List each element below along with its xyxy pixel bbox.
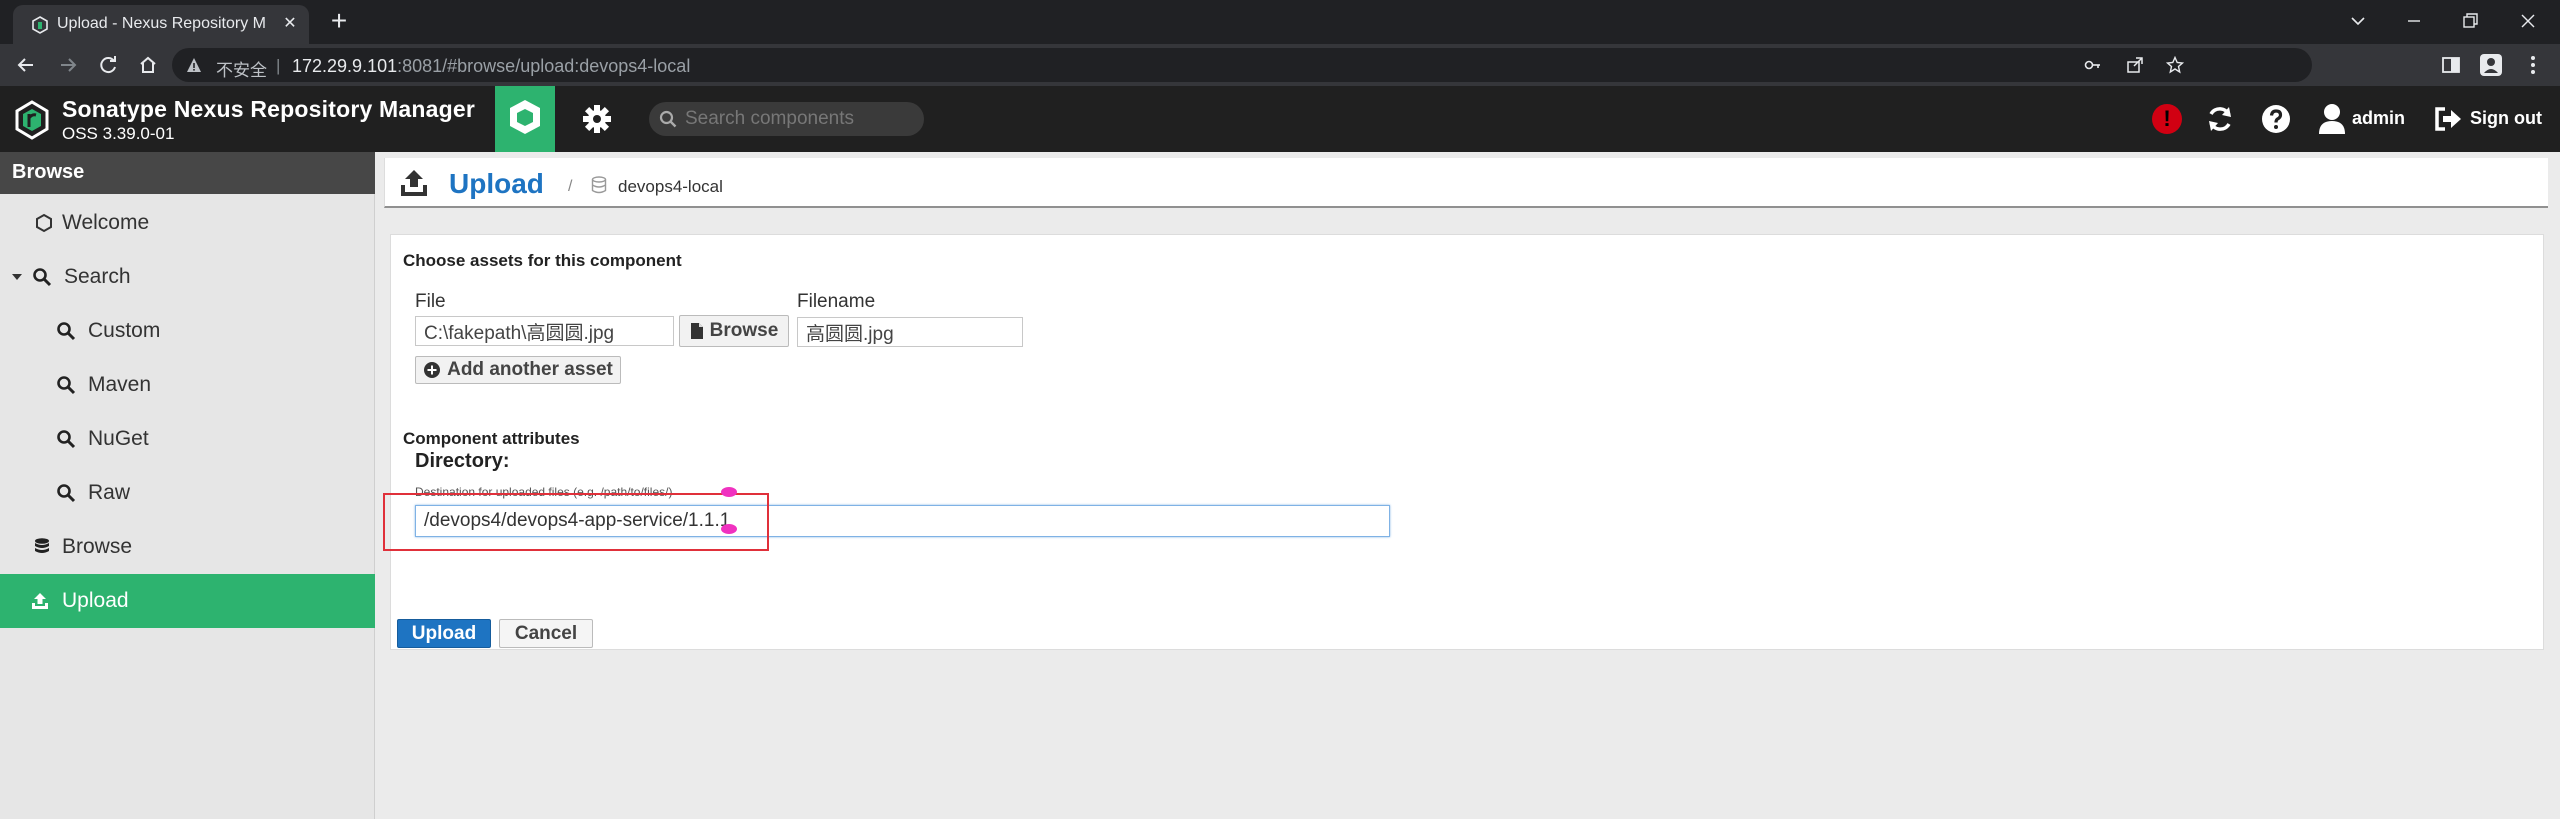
sidebar-item-raw[interactable]: Raw — [0, 466, 375, 520]
search-components-input[interactable] — [685, 102, 915, 136]
search-icon — [659, 110, 677, 128]
sidebar-heading: Browse — [0, 152, 375, 194]
upload-icon — [401, 170, 427, 196]
database-icon — [35, 538, 49, 553]
directory-label: Directory: — [415, 450, 510, 472]
search-icon — [57, 322, 76, 341]
browse-mode-button[interactable] — [495, 86, 555, 152]
address-bar[interactable]: 不安全 | 172.29.9.101:8081/#browse/upload:d… — [172, 48, 2312, 82]
attributes-section-heading: Component attributes — [403, 429, 580, 448]
sidebar-item-maven[interactable]: Maven — [0, 358, 375, 412]
home-icon[interactable] — [132, 49, 164, 81]
sidebar-item-browse[interactable]: Browse — [0, 520, 375, 574]
filename-label: Filename — [797, 291, 876, 312]
sonatype-logo-icon[interactable] — [14, 100, 50, 140]
assets-section-heading: Choose assets for this component — [403, 251, 682, 270]
breadcrumb-separator: / — [568, 178, 573, 195]
sidebar-item-search[interactable]: Search — [0, 250, 375, 304]
new-tab-button[interactable]: + — [324, 7, 354, 37]
insecure-label: 不安全 — [216, 61, 267, 80]
forward-arrow-icon[interactable] — [52, 49, 84, 81]
file-path-field[interactable] — [415, 316, 674, 346]
bookmark-star-icon[interactable] — [2166, 56, 2184, 74]
restore-icon[interactable] — [2448, 6, 2492, 36]
reload-icon[interactable] — [92, 49, 124, 81]
sidebar-item-label: Maven — [88, 373, 152, 396]
sign-out-icon[interactable] — [2434, 103, 2462, 135]
share-icon[interactable] — [2126, 56, 2144, 74]
sidebar-item-label: Raw — [88, 481, 131, 504]
product-name: Sonatype Nexus Repository Manager — [62, 96, 476, 122]
sidebar-item-upload[interactable]: Upload — [0, 574, 375, 628]
tab-title: Upload - Nexus Repository Ma — [57, 15, 265, 32]
file-label: File — [415, 291, 446, 312]
search-icon — [57, 376, 76, 395]
browser-tab[interactable]: Upload - Nexus Repository Ma ✕ — [13, 5, 309, 44]
breadcrumb-repository: devops4-local — [618, 177, 723, 196]
nexus-favicon-icon — [32, 16, 48, 34]
annotation-highlight-box — [383, 493, 769, 551]
plus-circle-icon — [424, 361, 441, 378]
sidebar-item-custom[interactable]: Custom — [0, 304, 375, 358]
url-text: 172.29.9.101:8081/#browse/upload:devops4… — [292, 56, 690, 77]
url-separator: | — [276, 56, 281, 75]
cancel-button[interactable]: Cancel — [499, 619, 593, 648]
upload-form-panel: Choose assets for this component File Br… — [383, 234, 2544, 650]
search-icon — [33, 268, 52, 287]
minimize-icon[interactable] — [2392, 6, 2436, 36]
key-icon[interactable] — [2084, 56, 2102, 74]
sidebar-item-label: Custom — [88, 319, 161, 342]
browser-menu-icon[interactable] — [2522, 54, 2544, 76]
url-path: :8081/#browse/upload:devops4-local — [397, 56, 691, 76]
side-panel-icon[interactable] — [2440, 54, 2462, 76]
database-icon — [591, 176, 607, 194]
file-icon — [690, 322, 703, 339]
nexus-header: Sonatype Nexus Repository Manager OSS 3.… — [0, 86, 2560, 152]
filename-field[interactable] — [797, 317, 1023, 347]
help-icon[interactable] — [2260, 103, 2292, 135]
browse-button-label: Browse — [709, 320, 779, 341]
browser-tab-strip: Upload - Nexus Repository Ma ✕ + — [0, 0, 2560, 44]
tab-close-icon[interactable]: ✕ — [279, 13, 301, 35]
user-icon[interactable] — [2318, 103, 2346, 135]
caret-down-icon — [12, 274, 22, 280]
profile-avatar-icon[interactable] — [2480, 54, 2502, 76]
system-alert-icon[interactable]: ! — [2152, 104, 2182, 134]
hexagon-icon — [36, 213, 52, 233]
refresh-icon[interactable] — [2204, 103, 2236, 135]
browser-toolbar: 不安全 | 172.29.9.101:8081/#browse/upload:d… — [0, 44, 2560, 86]
breadcrumb: Upload / devops4-local — [384, 158, 2548, 208]
sidebar-item-label: NuGet — [88, 427, 149, 450]
cursor-marker — [721, 524, 737, 534]
add-asset-label: Add another asset — [447, 359, 613, 380]
sidebar-item-nuget[interactable]: NuGet — [0, 412, 375, 466]
back-arrow-icon[interactable] — [10, 49, 42, 81]
warning-triangle-icon — [187, 58, 201, 72]
upload-button[interactable]: Upload — [397, 619, 491, 648]
product-version: OSS 3.39.0-01 — [62, 124, 175, 143]
cube-icon — [510, 100, 540, 134]
sidebar-item-welcome[interactable]: Welcome — [0, 196, 375, 250]
search-icon — [57, 484, 76, 503]
sidebar: Browse Welcome Search Custom Maven NuGet… — [0, 152, 375, 819]
main-content: Upload / devops4-local Choose assets for… — [376, 152, 2560, 819]
user-name[interactable]: admin — [2352, 108, 2405, 129]
url-host: 172.29.9.101 — [292, 56, 398, 76]
close-window-icon[interactable] — [2506, 6, 2550, 36]
sidebar-item-label: Browse — [62, 535, 133, 558]
sign-out-link[interactable]: Sign out — [2470, 108, 2542, 129]
sidebar-item-label: Welcome — [62, 211, 150, 234]
sidebar-item-label: Search — [64, 265, 131, 288]
search-icon — [57, 430, 76, 449]
cursor-marker — [721, 487, 737, 497]
tab-search-chevron-icon[interactable] — [2336, 6, 2380, 36]
browse-file-button[interactable]: Browse — [679, 315, 789, 347]
page-title[interactable]: Upload — [449, 168, 544, 200]
gear-icon[interactable] — [570, 96, 624, 142]
component-search — [649, 102, 924, 136]
sidebar-item-label: Upload — [62, 589, 129, 612]
add-another-asset-button[interactable]: Add another asset — [415, 356, 621, 384]
upload-icon — [32, 593, 48, 609]
